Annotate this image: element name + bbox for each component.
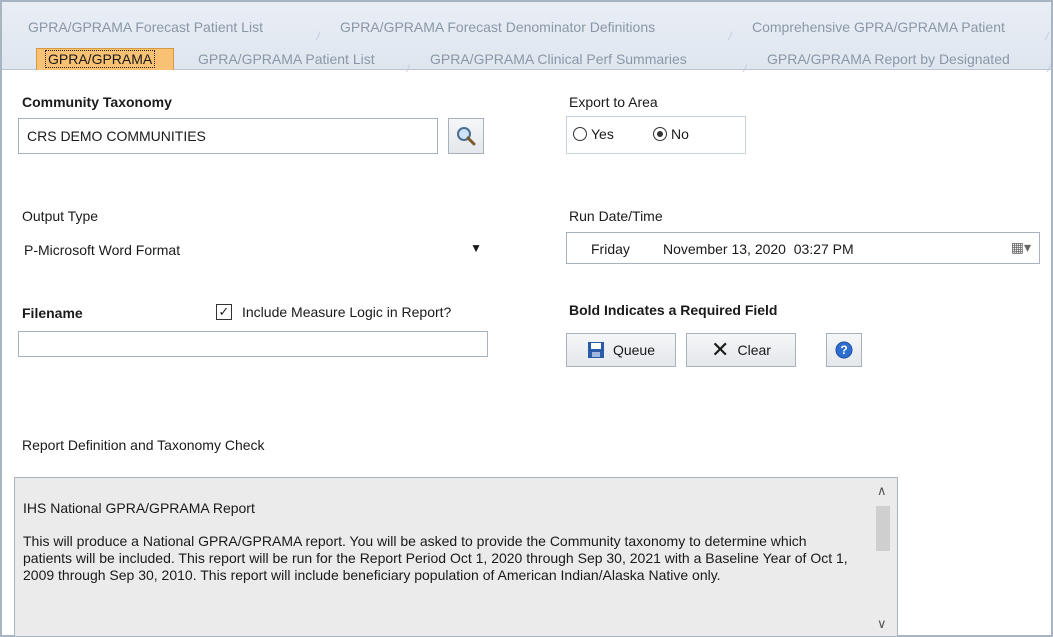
search-taxonomy-button[interactable] [448, 118, 484, 154]
tab-report-by-designated[interactable]: GPRA/GPRAMA Report by Designated [759, 48, 1051, 72]
export-yes-radio[interactable] [573, 127, 587, 141]
report-definition-label: Report Definition and Taxonomy Check [22, 437, 265, 453]
clear-label: Clear [737, 342, 771, 358]
calendar-icon[interactable]: ▦▾ [1011, 239, 1031, 256]
filename-field[interactable] [18, 331, 488, 357]
output-type-label: Output Type [22, 208, 99, 224]
clear-button[interactable]: ✕ Clear [686, 333, 796, 367]
community-taxonomy-label: Community Taxonomy [22, 94, 172, 110]
search-icon [457, 127, 476, 146]
help-button[interactable]: ? [826, 333, 862, 367]
include-logic-label: Include Measure Logic in Report? [242, 304, 452, 320]
scroll-down-icon[interactable]: ∨ [877, 615, 887, 632]
report-definition-body: This will produce a National GPRA/GPRAMA… [23, 533, 848, 583]
queue-button[interactable]: Queue [566, 333, 676, 367]
export-no-radio[interactable] [653, 127, 667, 141]
report-definition-textarea[interactable]: IHS National GPRA/GPRAMA Report This wil… [14, 477, 898, 637]
save-disk-icon [587, 342, 604, 358]
tab-forecast-patient-list[interactable]: GPRA/GPRAMA Forecast Patient List [20, 16, 320, 40]
filename-label: Filename [22, 305, 83, 321]
report-definition-title: IHS National GPRA/GPRAMA Report [23, 500, 255, 516]
run-date-value: November 13, 2020 03:27 PM [663, 241, 854, 257]
tab-clinical-perf-summaries[interactable]: GPRA/GPRAMA Clinical Perf Summaries [422, 48, 747, 72]
tab-gpra-gprama-label: GPRA/GPRAMA [45, 50, 156, 68]
scroll-thumb[interactable] [876, 506, 890, 551]
run-date-day: Friday [591, 241, 630, 257]
tab-strip: GPRA/GPRAMA Forecast Patient List GPRA/G… [2, 2, 1051, 70]
svg-text:?: ? [840, 343, 847, 357]
tab-comprehensive-patient[interactable]: Comprehensive GPRA/GPRAMA Patient [744, 16, 1049, 40]
vertical-scrollbar[interactable]: ∧ ∨ [869, 478, 897, 636]
queue-label: Queue [612, 342, 656, 358]
export-no-option[interactable]: No [653, 126, 689, 142]
include-logic-checkbox[interactable]: ✓ [216, 304, 232, 320]
run-date-picker[interactable]: Friday November 13, 2020 03:27 PM ▦▾ [566, 232, 1040, 264]
dropdown-arrow-icon[interactable]: ▼ [470, 241, 482, 255]
export-area-label: Export to Area [569, 94, 658, 110]
export-yes-option[interactable]: Yes [573, 126, 614, 142]
close-x-icon: ✕ [711, 337, 730, 362]
tab-forecast-denominator-definitions[interactable]: GPRA/GPRAMA Forecast Denominator Definit… [332, 16, 732, 40]
help-icon: ? [835, 341, 853, 359]
run-date-label: Run Date/Time [569, 208, 663, 224]
tab-gpra-gprama[interactable]: GPRA/GPRAMA [36, 48, 174, 70]
required-field-note: Bold Indicates a Required Field [569, 302, 778, 318]
output-type-value: P-Microsoft Word Format [24, 242, 181, 258]
scroll-up-icon[interactable]: ∧ [877, 482, 887, 499]
output-type-select[interactable]: P-Microsoft Word Format ▼ [18, 232, 488, 268]
export-yes-label: Yes [591, 126, 614, 142]
export-area-group: Yes No [566, 116, 746, 154]
export-no-label: No [671, 126, 689, 142]
tab-gpra-patient-list[interactable]: GPRA/GPRAMA Patient List [190, 48, 410, 72]
community-taxonomy-field[interactable]: CRS DEMO COMMUNITIES [18, 118, 438, 154]
